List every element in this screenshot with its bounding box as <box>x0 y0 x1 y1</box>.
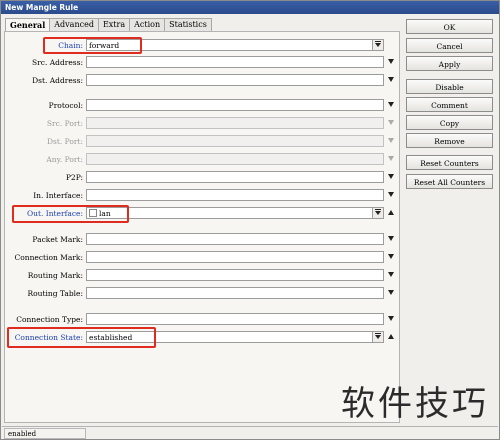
p2p-row: P2P: <box>5 171 401 184</box>
status-enabled: enabled <box>4 428 86 439</box>
connection-mark-row: Connection Mark: <box>5 251 401 264</box>
copy-button[interactable]: Copy <box>406 115 493 130</box>
src-port-input <box>86 117 384 129</box>
tab-statistics[interactable]: Statistics <box>164 18 212 31</box>
routing-table-label: Routing Table: <box>27 289 83 298</box>
chevron-down-icon[interactable] <box>388 77 394 82</box>
src-address-row: Src. Address: <box>5 56 401 69</box>
tab-action[interactable]: Action <box>129 18 166 31</box>
tab-bar: General Advanced Extra Action Statistics <box>5 18 212 32</box>
connection-type-label: Connection Type: <box>16 315 83 324</box>
chevron-down-icon <box>388 156 394 161</box>
chevron-down-icon[interactable] <box>388 102 394 107</box>
chevron-down-icon <box>388 120 394 125</box>
chevron-down-icon[interactable] <box>372 332 383 342</box>
chevron-down-icon <box>388 138 394 143</box>
src-address-input[interactable] <box>86 56 384 68</box>
src-port-label: Src. Port: <box>46 119 83 128</box>
chevron-up-icon[interactable] <box>388 210 394 215</box>
any-port-label: Any. Port: <box>46 155 83 164</box>
packet-mark-label: Packet Mark: <box>32 235 83 244</box>
protocol-row: Protocol: <box>5 99 401 112</box>
routing-mark-input[interactable] <box>86 269 384 281</box>
packet-mark-row: Packet Mark: <box>5 233 401 246</box>
chevron-down-icon[interactable] <box>388 290 394 295</box>
reset-counters-button[interactable]: Reset Counters <box>406 155 493 170</box>
window-title: New Mangle Rule <box>1 1 499 14</box>
tab-advanced[interactable]: Advanced <box>49 18 99 31</box>
chevron-down-icon[interactable] <box>388 316 394 321</box>
ok-button[interactable]: OK <box>406 19 493 34</box>
routing-mark-row: Routing Mark: <box>5 269 401 282</box>
chevron-up-icon[interactable] <box>388 334 394 339</box>
tab-general[interactable]: General <box>5 18 51 32</box>
packet-mark-input[interactable] <box>86 233 384 245</box>
protocol-label: Protocol: <box>48 101 83 110</box>
p2p-label: P2P: <box>65 173 83 182</box>
dst-port-row: Dst. Port: <box>5 135 401 148</box>
any-port-row: Any. Port: <box>5 153 401 166</box>
status-bar: enabled <box>2 426 498 439</box>
general-panel: Chain: forward Src. Address: Dst. Addres… <box>4 31 400 423</box>
remove-button[interactable]: Remove <box>406 133 493 148</box>
in-interface-input[interactable] <box>86 189 384 201</box>
dst-port-input <box>86 135 384 147</box>
disable-button[interactable]: Disable <box>406 79 493 94</box>
connection-mark-label: Connection Mark: <box>14 253 83 262</box>
out-interface-select[interactable]: lan <box>86 207 384 219</box>
dst-address-row: Dst. Address: <box>5 74 401 87</box>
out-interface-highlight-box <box>12 205 129 223</box>
watermark: 软件技巧 <box>341 384 489 424</box>
src-address-label: Src. Address: <box>32 58 83 67</box>
routing-table-row: Routing Table: <box>5 287 401 300</box>
chevron-down-icon[interactable] <box>372 208 383 218</box>
chevron-down-icon[interactable] <box>388 254 394 259</box>
reset-all-counters-button[interactable]: Reset All Counters <box>406 174 493 189</box>
comment-button[interactable]: Comment <box>406 97 493 112</box>
p2p-input[interactable] <box>86 171 384 183</box>
dst-address-label: Dst. Address: <box>32 76 83 85</box>
apply-button[interactable]: Apply <box>406 56 493 71</box>
chevron-down-icon[interactable] <box>388 174 394 179</box>
chevron-down-icon[interactable] <box>388 236 394 241</box>
chain-highlight-box <box>43 37 142 54</box>
connection-mark-input[interactable] <box>86 251 384 263</box>
chevron-down-icon[interactable] <box>388 59 394 64</box>
src-port-row: Src. Port: <box>5 117 401 130</box>
tab-extra[interactable]: Extra <box>97 18 131 31</box>
dst-address-input[interactable] <box>86 74 384 86</box>
any-port-input <box>86 153 384 165</box>
mangle-rule-window: New Mangle Rule General Advanced Extra A… <box>0 0 500 440</box>
routing-table-input[interactable] <box>86 287 384 299</box>
dst-port-label: Dst. Port: <box>46 137 83 146</box>
connection-type-row: Connection Type: <box>5 313 401 326</box>
chevron-down-icon[interactable] <box>372 40 383 50</box>
in-interface-row: In. Interface: <box>5 189 401 202</box>
in-interface-label: In. Interface: <box>33 191 83 200</box>
connection-type-input[interactable] <box>86 313 384 325</box>
cancel-button[interactable]: Cancel <box>406 38 493 53</box>
routing-mark-label: Routing Mark: <box>27 271 83 280</box>
connection-state-highlight-box <box>7 327 156 348</box>
chevron-down-icon[interactable] <box>388 272 394 277</box>
chevron-down-icon[interactable] <box>388 192 394 197</box>
protocol-input[interactable] <box>86 99 384 111</box>
